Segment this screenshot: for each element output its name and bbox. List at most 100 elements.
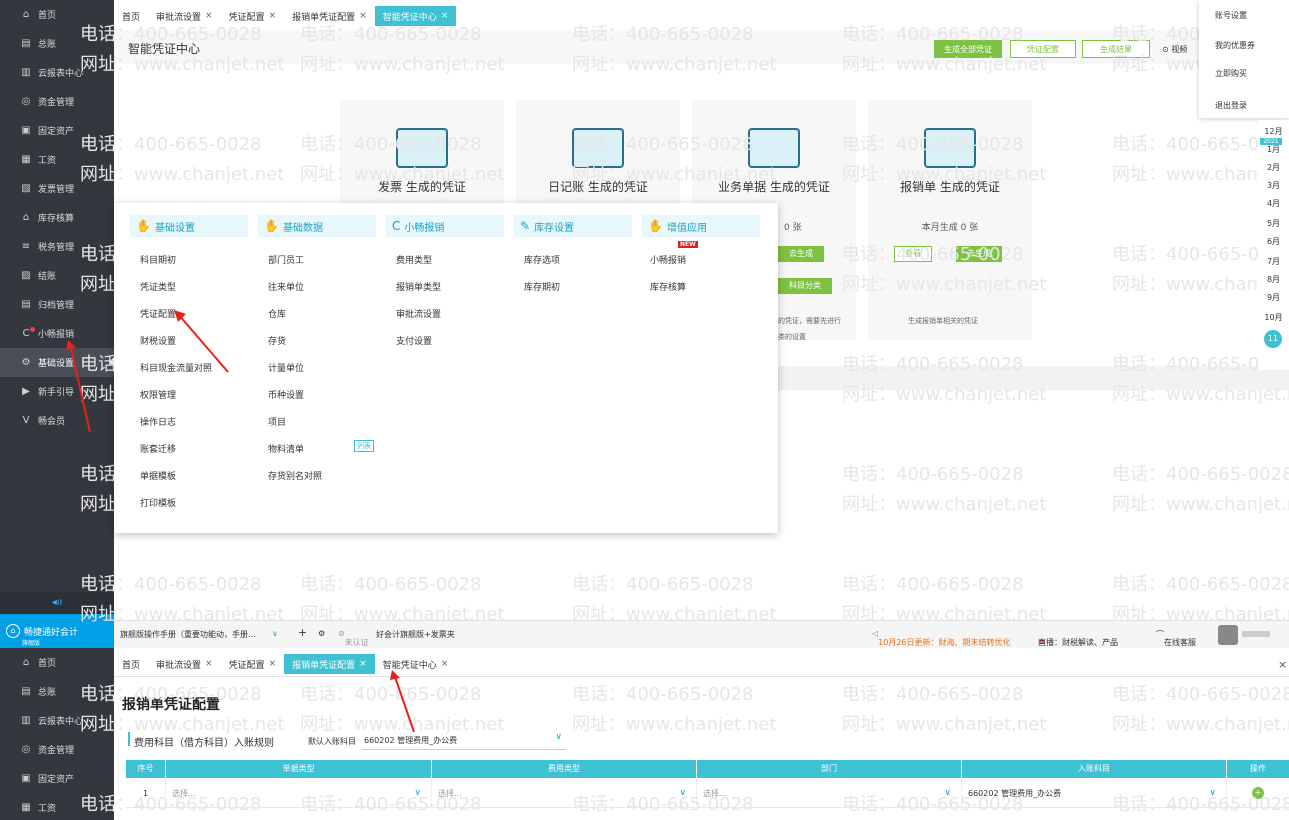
menu-item-单据模板[interactable]: 单据模板 xyxy=(140,469,176,482)
update-notice[interactable]: ◁ 10月26日更新：财海、期末结转优化 xyxy=(872,629,1011,647)
close-icon[interactable]: × xyxy=(269,659,277,669)
collapse-sidebar-icon[interactable]: ◂ıı xyxy=(0,592,114,614)
tab-智能凭证中心[interactable]: 智能凭证中心 × xyxy=(374,6,457,26)
month-item[interactable]: 2月 xyxy=(1258,162,1289,173)
close-icon[interactable]: × xyxy=(1278,658,1287,671)
chevron-down-icon[interactable]: ∨ xyxy=(272,629,278,638)
tab-凭证配置[interactable]: 凭证配置 × xyxy=(221,654,285,674)
add-icon[interactable]: + xyxy=(298,626,307,639)
sidebar-item-warehouse[interactable]: ⌂ 库存核算 xyxy=(0,203,114,232)
month-item[interactable]: 10月 xyxy=(1258,312,1289,323)
sidebar-item-chart[interactable]: ▥ 云报表中心 xyxy=(0,706,114,735)
generate-all-button[interactable]: 生成全部凭证 xyxy=(934,40,1002,58)
month-item[interactable]: 3月 xyxy=(1258,180,1289,191)
month-item[interactable]: 4月 xyxy=(1258,198,1289,209)
menu-item-审批流设置[interactable]: 审批流设置 xyxy=(396,307,441,320)
sidebar-item-guide[interactable]: ▶ 新手引导 xyxy=(0,377,114,406)
menu-item-支付设置[interactable]: 支付设置 xyxy=(396,334,432,347)
buy-now-item[interactable]: 立即购买 xyxy=(1215,68,1247,79)
month-item[interactable]: 5月 xyxy=(1258,218,1289,229)
card-reimbursement[interactable]: 报销单 生成的凭证 本月生成 0 张 查看 去生成 生成报销单相关的凭证 xyxy=(868,100,1032,340)
account-select[interactable]: 660202 管理费用_办公费 ∨ xyxy=(962,778,1227,808)
account-settings-item[interactable]: 账号设置 xyxy=(1215,10,1247,21)
logout-item[interactable]: 退出登录 xyxy=(1215,100,1247,111)
month-item[interactable]: 6月 xyxy=(1258,236,1289,247)
sidebar-item-asset[interactable]: ▣ 固定资产 xyxy=(0,764,114,793)
menu-item-凭证类型[interactable]: 凭证类型 xyxy=(140,280,176,293)
menu-item-计量单位[interactable]: 计量单位 xyxy=(268,361,304,374)
go-generate-button[interactable]: 去生成 xyxy=(778,246,824,262)
menu-item-仓库[interactable]: 仓库 xyxy=(268,307,286,320)
menu-item-物料清单[interactable]: 物料清单 xyxy=(268,442,304,455)
tab-报销单凭证配置[interactable]: 报销单凭证配置 × xyxy=(284,6,375,26)
menu-item-存货[interactable]: 存货 xyxy=(268,334,286,347)
view-button[interactable]: 查看 xyxy=(894,246,932,262)
sidebar-item-reimburse[interactable]: C 小畅报销 xyxy=(0,319,114,348)
sidebar-item-tax[interactable]: ≡ 税务管理 xyxy=(0,232,114,261)
manual-link[interactable]: 旗舰版操作手册（重要功能动，手册... xyxy=(120,629,256,640)
gear-icon[interactable]: ⚙ xyxy=(318,629,325,638)
month-item[interactable]: 7月 xyxy=(1258,256,1289,267)
doc-type-select[interactable]: 选择... ∨ xyxy=(166,778,432,808)
sidebar-item-salary[interactable]: ▦ 工资 xyxy=(0,145,114,174)
close-icon[interactable]: × xyxy=(441,11,449,21)
avatar[interactable] xyxy=(1218,625,1238,645)
tab-审批流设置[interactable]: 审批流设置 × xyxy=(148,6,221,26)
sidebar-item-asset[interactable]: ▣ 固定资产 xyxy=(0,116,114,145)
month-item[interactable]: 12月 xyxy=(1258,126,1289,137)
go-generate-button[interactable]: 去生成 xyxy=(956,246,1002,262)
menu-item-报销单类型[interactable]: 报销单类型 xyxy=(396,280,441,293)
month-item[interactable]: 11月 xyxy=(1264,330,1282,361)
close-icon[interactable]: × xyxy=(359,11,367,21)
sidebar-item-archive[interactable]: ▤ 归档管理 xyxy=(0,290,114,319)
sidebar-item-home[interactable]: ⌂ 首页 xyxy=(0,648,114,677)
close-icon[interactable]: × xyxy=(269,11,277,21)
add-row-icon[interactable]: + xyxy=(1252,787,1264,799)
tab-凭证配置[interactable]: 凭证配置 × xyxy=(221,6,285,26)
menu-item-操作日志[interactable]: 操作日志 xyxy=(140,415,176,428)
sidebar-item-ledger[interactable]: ▤ 总账 xyxy=(0,29,114,58)
close-icon[interactable]: × xyxy=(441,659,449,669)
menu-item-项目[interactable]: 项目 xyxy=(268,415,286,428)
menu-item-费用类型[interactable]: 费用类型 xyxy=(396,253,432,266)
menu-item-存货别名对照[interactable]: 存货别名对照 xyxy=(268,469,322,482)
menu-item-币种设置[interactable]: 币种设置 xyxy=(268,388,304,401)
list-badge[interactable]: 列表 xyxy=(354,440,374,452)
dept-select[interactable]: 选择... ∨ xyxy=(697,778,962,808)
menu-item-库存期初[interactable]: 库存期初 xyxy=(524,280,560,293)
menu-item-部门员工[interactable]: 部门员工 xyxy=(268,253,304,266)
sidebar-item-gear[interactable]: ⚙ 基础设置 xyxy=(0,348,114,377)
tab-审批流设置[interactable]: 审批流设置 × xyxy=(148,654,221,674)
menu-item-库存选项[interactable]: 库存选项 xyxy=(524,253,560,266)
subject-category-button[interactable]: 科目分类 xyxy=(778,278,832,294)
menu-item-小畅报销[interactable]: 小畅报销 xyxy=(650,253,686,266)
sidebar-item-chart[interactable]: ▥ 云报表中心 xyxy=(0,58,114,87)
close-icon[interactable]: × xyxy=(205,11,213,21)
sidebar-item-money[interactable]: ◎ 资金管理 xyxy=(0,87,114,116)
menu-item-库存核算[interactable]: 库存核算 xyxy=(650,280,686,293)
sidebar-item-home[interactable]: ⌂ 首页 xyxy=(0,0,114,29)
close-icon[interactable]: × xyxy=(205,659,213,669)
tab-报销单凭证配置[interactable]: 报销单凭证配置 × xyxy=(284,654,375,674)
sidebar-item-salary[interactable]: ▦ 工资 xyxy=(0,793,114,820)
menu-item-权限管理[interactable]: 权限管理 xyxy=(140,388,176,401)
voucher-config-button[interactable]: 凭证配置 xyxy=(1010,40,1076,58)
month-item[interactable]: 9月 xyxy=(1258,292,1289,303)
coupon-item[interactable]: 我的优惠券 xyxy=(1215,40,1255,51)
sidebar-item-invoice[interactable]: ▧ 发票管理 xyxy=(0,174,114,203)
close-icon[interactable]: × xyxy=(359,659,367,669)
online-service-link[interactable]: ⌒ 在线客服 xyxy=(1156,629,1196,647)
menu-item-科目期初[interactable]: 科目期初 xyxy=(140,253,176,266)
month-item[interactable]: 1月 xyxy=(1258,144,1289,155)
month-item[interactable]: 8月 xyxy=(1258,274,1289,285)
menu-item-往来单位[interactable]: 往来单位 xyxy=(268,280,304,293)
video-link[interactable]: ⊙ 视频 xyxy=(1162,44,1187,55)
generate-result-button[interactable]: 生成结果 xyxy=(1082,40,1150,58)
sidebar-item-ledger[interactable]: ▤ 总账 xyxy=(0,677,114,706)
menu-item-打印模板[interactable]: 打印模板 xyxy=(140,496,176,509)
sidebar-item-money[interactable]: ◎ 资金管理 xyxy=(0,735,114,764)
sidebar-item-close-account[interactable]: ▨ 结账 xyxy=(0,261,114,290)
tab-首页[interactable]: 首页 xyxy=(114,6,148,26)
menu-item-账套迁移[interactable]: 账套迁移 xyxy=(140,442,176,455)
fee-type-select[interactable]: 选择... ∨ xyxy=(432,778,697,808)
